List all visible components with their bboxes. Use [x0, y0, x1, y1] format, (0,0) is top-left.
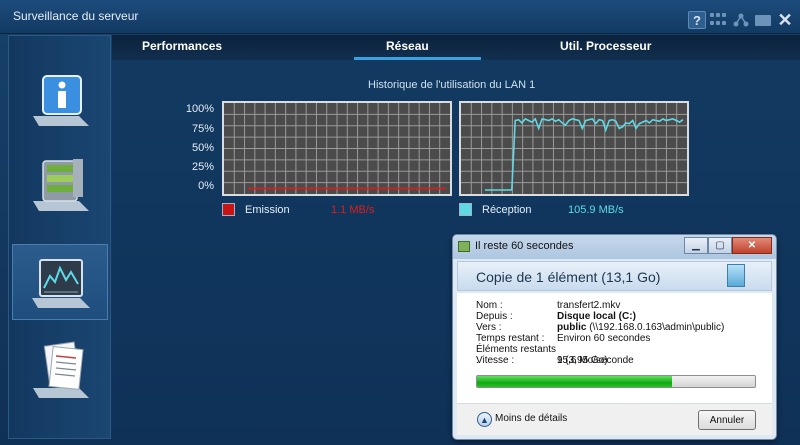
window-title: Surveillance du serveur — [13, 9, 139, 23]
dialog-details: Nom : transfert2.mkv Depuis : Disque local… — [457, 293, 772, 403]
legend-label-emission: Emission — [245, 203, 290, 216]
legend-reception: Réception 105.9 MB/s — [459, 203, 624, 216]
dialog-title: Il reste 60 secondes — [475, 240, 574, 252]
dialog-title-bar: Il reste 60 secondes ▁ ▢ ✕ — [453, 235, 776, 259]
legend-emission: Emission 1.1 MB/s — [222, 203, 374, 216]
copy-progress-bar — [476, 375, 756, 388]
destination-location[interactable]: public — [557, 322, 586, 333]
minimize-icon[interactable]: ▁ — [684, 237, 708, 254]
detail-row-speed: Vitesse : 95,6 Mo/seconde — [476, 355, 634, 366]
legend-label-reception: Réception — [482, 203, 532, 216]
monitor-graph-icon — [32, 259, 90, 308]
emission-graph — [222, 101, 452, 196]
detail-label: Vers : — [476, 322, 502, 333]
dialog-header: Copie de 1 élément (13,1 Go) — [457, 261, 772, 291]
dialog-window-buttons: ▁ ▢ ✕ — [684, 237, 772, 254]
emission-rate: 1.1 MB/s — [331, 203, 375, 216]
reception-graph — [459, 101, 689, 196]
y-tick-label: 0% — [198, 180, 214, 192]
emission-graph-canvas — [224, 103, 450, 194]
detail-label: Depuis : — [476, 311, 513, 322]
destination-path: (\\192.168.0.163\admin\public) — [586, 322, 725, 333]
copy-app-icon — [458, 241, 470, 252]
tab-bar: Performances Réseau Util. Processeur — [112, 35, 800, 60]
dialog-close-icon[interactable]: ✕ — [732, 237, 772, 254]
help-icon[interactable]: ? — [688, 11, 706, 29]
copy-progress-fill — [477, 376, 672, 387]
maximize-icon[interactable]: ▢ — [708, 237, 732, 254]
less-details-link[interactable]: Moins de détails — [495, 413, 567, 424]
detail-label: Nom : — [476, 300, 503, 311]
detail-row-to: Vers : public (\\192.168.0.163\admin\publ… — [476, 322, 724, 333]
title-bar-buttons: ? ✕ — [688, 10, 794, 30]
sidebar-item-info[interactable] — [12, 62, 108, 138]
tab-util-processeur[interactable]: Util. Processeur — [560, 39, 651, 53]
grid-view-icon[interactable] — [710, 11, 728, 29]
file-name: transfert2.mkv — [557, 300, 621, 311]
minimize-monitor-icon[interactable] — [754, 11, 772, 29]
tab-reseau[interactable]: Réseau — [386, 39, 429, 53]
detail-row-from: Depuis : Disque local (C:) — [476, 311, 636, 322]
chevron-up-icon[interactable]: ▲ — [477, 412, 492, 427]
sidebar — [8, 35, 111, 439]
y-tick-label: 50% — [191, 142, 214, 154]
y-tick-label: 100% — [185, 103, 214, 115]
reception-rate: 105.9 MB/s — [568, 203, 624, 216]
reception-graph-canvas — [461, 103, 687, 194]
sidebar-item-storage[interactable] — [12, 146, 108, 222]
source-location[interactable]: Disque local (C:) — [557, 311, 636, 322]
chart-title: Historique de l'utilisation du LAN 1 — [368, 79, 536, 91]
sidebar-item-monitoring[interactable] — [12, 244, 108, 320]
copy-heading: Copie de 1 élément (13,1 Go) — [476, 269, 661, 285]
copy-progress-dialog: Il reste 60 secondes ▁ ▢ ✕ Copie de 1 él… — [452, 234, 777, 440]
title-bar: Surveillance du serveur ? ✕ — [0, 0, 800, 34]
dialog-footer: ▲ Moins de détails Annuler — [457, 403, 772, 435]
transfer-speed: 95,6 Mo/seconde — [557, 355, 634, 366]
info-icon — [33, 75, 89, 126]
log-document-icon — [33, 341, 89, 398]
time-remaining: Environ 60 secondes — [557, 333, 651, 344]
emission-swatch — [222, 203, 235, 216]
reception-swatch — [459, 203, 472, 216]
cancel-button[interactable]: Annuler — [698, 410, 756, 430]
file-icon — [727, 264, 745, 287]
sidebar-item-logs[interactable] — [12, 332, 108, 408]
close-icon[interactable]: ✕ — [776, 10, 794, 30]
tab-performances[interactable]: Performances — [142, 39, 222, 53]
y-tick-label: 75% — [191, 123, 214, 135]
detail-label: Temps restant : — [476, 333, 545, 344]
network-icon[interactable] — [732, 11, 750, 29]
detail-row-name: Nom : transfert2.mkv — [476, 300, 620, 311]
detail-label: Vitesse : — [476, 355, 515, 366]
detail-row-time: Temps restant : Environ 60 secondes — [476, 333, 650, 344]
storage-icon — [33, 159, 89, 211]
y-tick-label: 25% — [191, 161, 214, 173]
